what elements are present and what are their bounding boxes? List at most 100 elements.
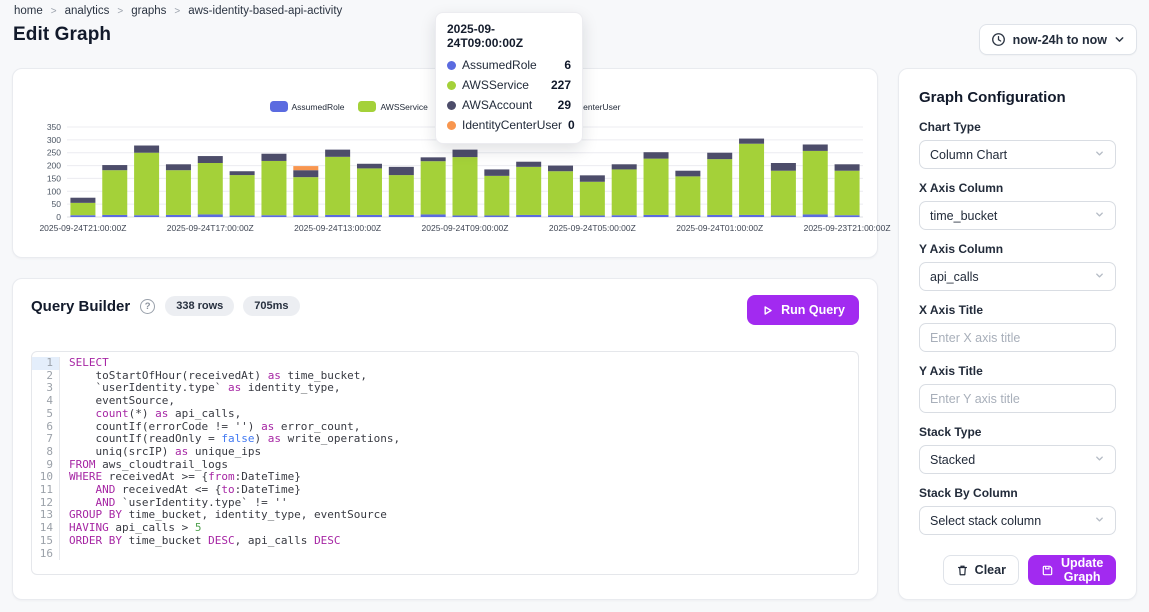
- clear-button[interactable]: Clear: [943, 555, 1019, 585]
- bar-segment[interactable]: [803, 144, 828, 150]
- bar-segment[interactable]: [644, 159, 669, 215]
- select-stack-type[interactable]: Stacked: [919, 445, 1116, 474]
- bar-segment[interactable]: [771, 171, 796, 216]
- bar-segment[interactable]: [389, 167, 414, 175]
- select-y-axis-column[interactable]: api_calls: [919, 262, 1116, 291]
- bar-segment[interactable]: [198, 156, 223, 163]
- bar-segment[interactable]: [293, 170, 318, 177]
- update-graph-button[interactable]: Update Graph: [1028, 555, 1116, 585]
- bar-segment[interactable]: [70, 203, 95, 215]
- bar-segment[interactable]: [198, 163, 223, 214]
- bar-segment[interactable]: [707, 153, 732, 159]
- bar-segment[interactable]: [644, 152, 669, 158]
- bar-segment[interactable]: [548, 215, 573, 217]
- tooltip-row: AWSService227: [447, 75, 571, 95]
- bar-segment[interactable]: [516, 167, 541, 215]
- bar-segment[interactable]: [230, 175, 255, 215]
- bar-segment[interactable]: [325, 215, 350, 217]
- bar-segment[interactable]: [771, 163, 796, 171]
- bar-segment[interactable]: [102, 170, 127, 215]
- bar-segment[interactable]: [325, 150, 350, 157]
- breadcrumb-separator: >: [117, 6, 123, 17]
- bar-segment[interactable]: [389, 175, 414, 215]
- bar-segment[interactable]: [166, 215, 191, 217]
- bar-segment[interactable]: [357, 164, 382, 169]
- bar-segment[interactable]: [612, 169, 637, 215]
- bar-segment[interactable]: [293, 215, 318, 217]
- bar-segment[interactable]: [484, 169, 509, 175]
- bar-segment[interactable]: [421, 214, 446, 217]
- legend-item[interactable]: AWSService: [358, 101, 427, 112]
- bar-segment[interactable]: [389, 215, 414, 217]
- query-builder-card: Query Builder ? 338 rows705ms Run Query …: [12, 278, 878, 600]
- bar-segment[interactable]: [675, 215, 700, 217]
- select-x-axis-column[interactable]: time_bucket: [919, 201, 1116, 230]
- bar-segment[interactable]: [293, 177, 318, 215]
- bar-segment[interactable]: [612, 215, 637, 217]
- bar-segment[interactable]: [325, 157, 350, 215]
- bar-segment[interactable]: [771, 215, 796, 217]
- breadcrumb-item[interactable]: graphs: [131, 5, 166, 17]
- legend-item[interactable]: AssumedRole: [270, 101, 345, 112]
- sql-editor[interactable]: 1SELECT2 toStartOfHour(receivedAt) as ti…: [31, 351, 859, 575]
- bar-segment[interactable]: [580, 175, 605, 181]
- bar-segment[interactable]: [453, 150, 478, 157]
- bar-segment[interactable]: [516, 215, 541, 217]
- bar-segment[interactable]: [230, 215, 255, 217]
- bar-segment[interactable]: [421, 157, 446, 161]
- bar-segment[interactable]: [134, 153, 159, 215]
- bar-segment[interactable]: [739, 139, 764, 144]
- run-query-button[interactable]: Run Query: [747, 295, 859, 325]
- bar-segment[interactable]: [261, 215, 286, 217]
- bar-segment[interactable]: [835, 215, 860, 217]
- bar-segment[interactable]: [102, 165, 127, 170]
- bar-segment[interactable]: [516, 162, 541, 167]
- bar-segment[interactable]: [803, 151, 828, 215]
- bar-segment[interactable]: [835, 164, 860, 170]
- bar-segment[interactable]: [580, 182, 605, 216]
- bar-segment[interactable]: [166, 170, 191, 215]
- bar-segment[interactable]: [261, 154, 286, 161]
- time-range-selector[interactable]: now-24h to now: [979, 24, 1137, 55]
- line-number: 11: [32, 484, 60, 497]
- select-chart-type[interactable]: Column Chart: [919, 140, 1116, 169]
- bar-segment[interactable]: [675, 171, 700, 177]
- bar-segment[interactable]: [644, 215, 669, 217]
- bar-segment[interactable]: [675, 176, 700, 215]
- bar-segment[interactable]: [134, 215, 159, 217]
- select-stack-by-column[interactable]: Select stack column: [919, 506, 1116, 535]
- bar-segment[interactable]: [484, 176, 509, 216]
- input-y-axis-title[interactable]: [919, 384, 1116, 413]
- bar-segment[interactable]: [166, 164, 191, 170]
- bar-segment[interactable]: [612, 164, 637, 169]
- bar-segment[interactable]: [580, 215, 605, 217]
- chevron-down-icon: [1094, 148, 1105, 162]
- bar-segment[interactable]: [134, 146, 159, 153]
- bar-segment[interactable]: [453, 215, 478, 217]
- bar-segment[interactable]: [102, 215, 127, 217]
- bar-segment[interactable]: [803, 214, 828, 217]
- bar-segment[interactable]: [230, 171, 255, 175]
- bar-segment[interactable]: [739, 215, 764, 217]
- bar-segment[interactable]: [357, 215, 382, 217]
- breadcrumb-item[interactable]: home: [14, 5, 43, 17]
- bar-segment[interactable]: [453, 157, 478, 215]
- bar-segment[interactable]: [707, 215, 732, 217]
- breadcrumb-item[interactable]: aws-identity-based-api-activity: [188, 5, 342, 17]
- bar-segment[interactable]: [548, 171, 573, 215]
- bar-segment[interactable]: [707, 159, 732, 215]
- bar-segment[interactable]: [261, 161, 286, 215]
- bar-segment[interactable]: [548, 166, 573, 172]
- bar-segment[interactable]: [357, 168, 382, 215]
- breadcrumb-item[interactable]: analytics: [65, 5, 110, 17]
- bar-segment[interactable]: [484, 215, 509, 217]
- bar-segment[interactable]: [739, 144, 764, 215]
- bar-segment[interactable]: [835, 171, 860, 215]
- bar-segment[interactable]: [421, 161, 446, 214]
- help-icon[interactable]: ?: [140, 299, 155, 314]
- bar-segment[interactable]: [70, 198, 95, 203]
- bar-segment[interactable]: [198, 214, 223, 217]
- input-x-axis-title[interactable]: [919, 323, 1116, 352]
- bar-segment[interactable]: [293, 166, 318, 170]
- bar-segment[interactable]: [70, 215, 95, 217]
